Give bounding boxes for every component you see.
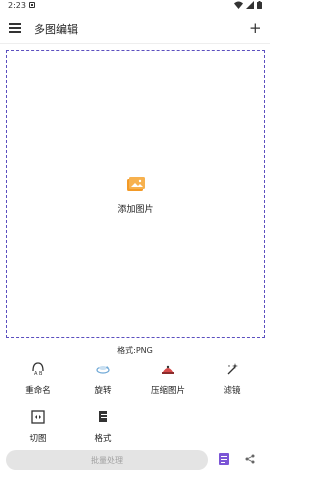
tool-compress[interactable]: 压缩图片 xyxy=(143,362,193,396)
tool-rotate[interactable]: 旋转 xyxy=(78,362,128,396)
share-icon[interactable] xyxy=(245,454,255,464)
notification-icon xyxy=(29,2,35,8)
signal-icon xyxy=(246,1,254,9)
tool-filter[interactable]: 滤镜 xyxy=(207,362,257,396)
tool-label: 格式 xyxy=(94,434,112,444)
tool-crop[interactable]: 切图 xyxy=(13,410,63,444)
wifi-icon xyxy=(234,1,243,9)
tool-label: 旋转 xyxy=(94,386,112,396)
battery-icon xyxy=(257,1,262,9)
format-info: 格式:PNG xyxy=(117,346,153,355)
status-time: 2:23 xyxy=(8,1,26,10)
status-bar: 2:23 xyxy=(0,0,270,12)
compress-icon xyxy=(162,365,174,374)
rename-icon: A B xyxy=(32,362,44,377)
menu-icon[interactable] xyxy=(9,23,21,33)
tool-format[interactable]: 格式 xyxy=(78,410,128,444)
filter-icon xyxy=(227,363,238,375)
svg-text:B: B xyxy=(39,371,43,376)
crop-icon xyxy=(31,410,45,424)
tool-label: 压缩图片 xyxy=(150,386,185,396)
add-image-label: 添加图片 xyxy=(117,205,154,215)
rotate-icon xyxy=(96,366,110,374)
batch-process-button[interactable]: 批量处理 xyxy=(6,450,208,470)
bottom-bar: 批量处理 xyxy=(0,448,270,472)
image-canvas[interactable]: 添加图片 xyxy=(6,50,265,338)
tool-label: 切图 xyxy=(29,434,47,444)
document-icon[interactable] xyxy=(218,452,230,466)
format-icon xyxy=(99,411,107,422)
svg-text:A: A xyxy=(34,371,38,376)
status-icons xyxy=(234,1,262,9)
page-title: 多图编辑 xyxy=(34,23,78,36)
add-image-button[interactable]: 添加图片 xyxy=(7,177,264,215)
add-icon[interactable]: + xyxy=(249,21,262,36)
tool-rename[interactable]: A B 重命名 xyxy=(13,362,63,396)
image-add-icon xyxy=(126,177,145,191)
app-bar: 多图编辑 + xyxy=(0,14,270,44)
tool-label: 重命名 xyxy=(25,386,51,396)
tool-label: 滤镜 xyxy=(223,386,241,396)
